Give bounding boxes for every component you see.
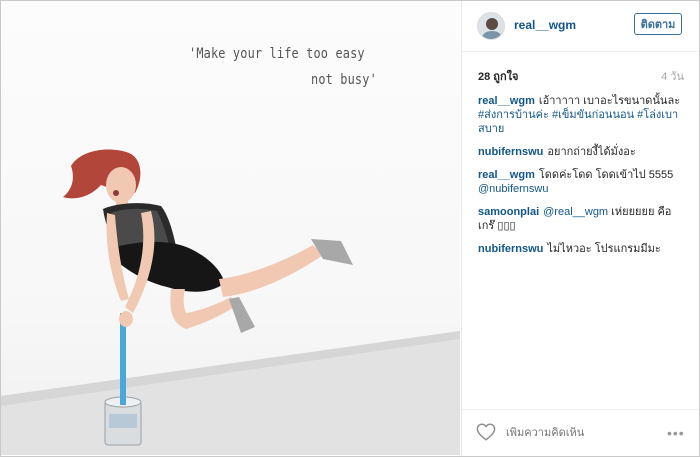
comment-text: เอ้าาาาา เบาอะไรขนาดนั้นละ [538,95,681,107]
comments-list: real__wgm เอ้าาาาา เบาอะไรขนาดนั้นละ #ส่ง… [478,94,688,265]
comment-username[interactable]: nubifernswu [478,146,543,158]
mention-link[interactable]: @nubifernswu [478,183,548,195]
comment-item: nubifernswu ไม่ไหวอะ โปรแกรมมีมะ [478,242,688,256]
photo-illustration [1,149,460,455]
comment-input[interactable] [506,427,626,439]
likes-count[interactable]: 28 ถูกใจ [478,67,518,85]
comment-username[interactable]: samoonplai [478,206,539,218]
comment-username[interactable]: real__wgm [478,95,535,107]
post-username[interactable]: real__wgm [514,18,576,32]
mention-link[interactable]: @real__wgm [543,206,608,218]
comment-text: อยากถ่ายงี้ได้มั่งอะ [547,146,636,158]
follow-button[interactable]: ติดตาม [634,13,682,35]
post-footer: ••• [462,409,699,456]
post-side-panel: real__wgm ติดตาม 28 ถูกใจ 4 วัน real__wg… [461,1,699,455]
more-options-icon[interactable]: ••• [667,425,685,441]
post-photo[interactable]: 'Make your life too easy not busy' [1,1,460,455]
comment-item: samoonplai @real__wgm เห่ยยยยย คือ เกร๊ ▯… [478,205,688,233]
comment-item: real__wgm โดดค่ะโดด โดดเข้าไป 5555 @nubif… [478,168,688,196]
photo-caption-line2: not busy' [311,72,377,88]
hashtag-link[interactable]: #ส่งการบ้านค่ะ [478,109,549,121]
heart-icon[interactable] [476,423,496,441]
post-header: real__wgm ติดตาม [462,1,699,52]
comment-username[interactable]: nubifernswu [478,243,543,255]
comment-text: โดดค่ะโดด โดดเข้าไป 5555 [538,169,674,181]
comment-item: real__wgm เอ้าาาาา เบาอะไรขนาดนั้นละ #ส่ง… [478,94,688,136]
avatar[interactable] [477,12,505,40]
photo-caption-line1: 'Make your life too easy [189,46,365,62]
hashtag-link[interactable]: #เข็มขันก่อนนอน [552,109,634,121]
comment-username[interactable]: real__wgm [478,169,535,181]
post-timestamp[interactable]: 4 วัน [661,67,684,85]
avatar-image [478,13,504,39]
comment-text: ไม่ไหวอะ โปรแกรมมีมะ [547,243,661,255]
comment-item: nubifernswu อยากถ่ายงี้ได้มั่งอะ [478,145,688,159]
